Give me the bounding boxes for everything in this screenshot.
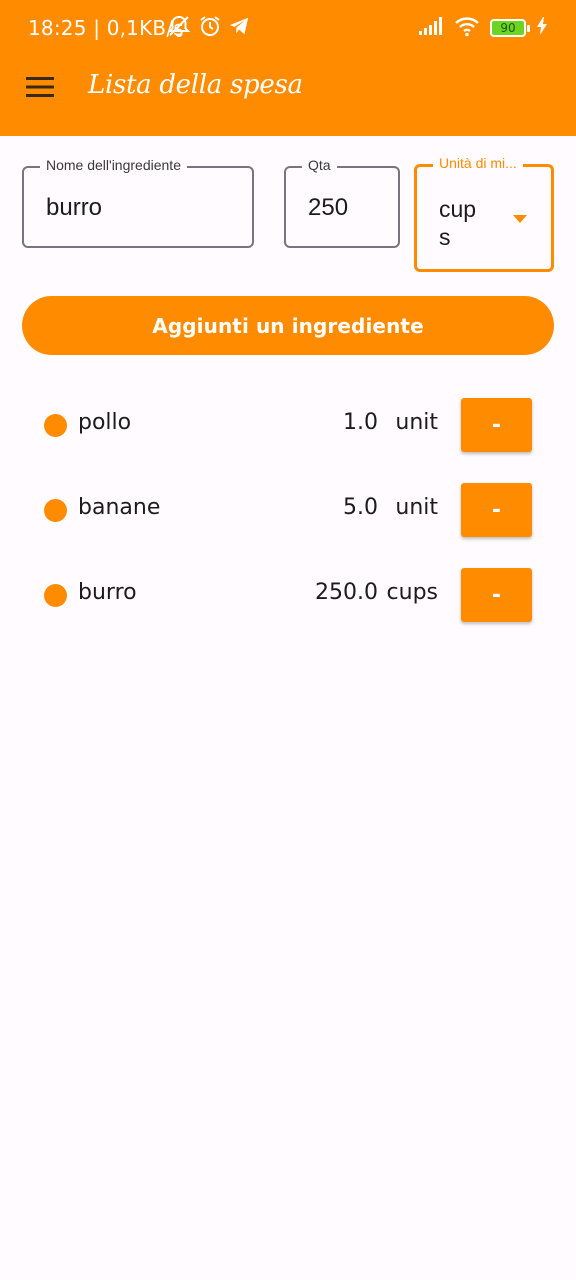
charging-icon (536, 16, 548, 41)
ingredient-name-field[interactable]: Nome dell'ingrediente burro (22, 157, 254, 248)
item-unit: unit (395, 410, 438, 435)
bullet-icon (44, 584, 67, 607)
status-icons-right: 90 (418, 15, 548, 41)
remove-item-button[interactable]: - (461, 483, 532, 537)
menu-button[interactable] (20, 70, 62, 108)
signal-icon (418, 16, 444, 41)
remove-item-button[interactable]: - (461, 398, 532, 452)
battery-icon: 90 (490, 19, 530, 37)
battery-level: 90 (500, 21, 516, 35)
battery-tip (527, 25, 530, 32)
item-name: banane (78, 495, 161, 520)
list-item: banane 5.0 unit - (0, 469, 576, 554)
alarm-icon (198, 14, 222, 43)
item-quantity: 5.0 (343, 495, 378, 520)
unit-value: cups (439, 196, 477, 250)
telegram-icon (228, 15, 250, 42)
wifi-icon (454, 15, 480, 42)
item-quantity: 1.0 (343, 410, 378, 435)
list-item: pollo 1.0 unit - (0, 384, 576, 469)
status-time-speed: 18:25 | 0,1KB/s (28, 16, 184, 40)
item-name: pollo (78, 410, 132, 435)
bullet-icon (44, 414, 67, 437)
mute-notifications-icon (166, 14, 192, 43)
unit-dropdown[interactable]: Unità di mi... cups (414, 155, 554, 272)
item-unit: cups (386, 580, 438, 605)
bullet-icon (44, 499, 67, 522)
add-ingredient-button[interactable]: Aggiunti un ingrediente (22, 296, 554, 355)
ingredient-name-value: burro (46, 194, 103, 221)
list-item: burro 250.0 cups - (0, 554, 576, 639)
remove-item-button[interactable]: - (461, 568, 532, 622)
status-icons-left (166, 15, 250, 41)
dropdown-arrow-icon (513, 215, 527, 223)
item-quantity: 250.0 (315, 580, 378, 605)
app-title: Lista della spesa (88, 70, 303, 100)
menu-icon (26, 76, 56, 103)
item-unit: unit (395, 495, 438, 520)
item-name: burro (78, 580, 137, 605)
unit-label: Unità di mi... (433, 155, 523, 171)
quantity-label: Qta (302, 157, 337, 173)
ingredient-name-label: Nome dell'ingrediente (40, 157, 187, 173)
quantity-value: 250 (308, 194, 349, 221)
status-bar: 18:25 | 0,1KB/s 90 (0, 0, 576, 56)
quantity-field[interactable]: Qta 250 (284, 157, 400, 248)
